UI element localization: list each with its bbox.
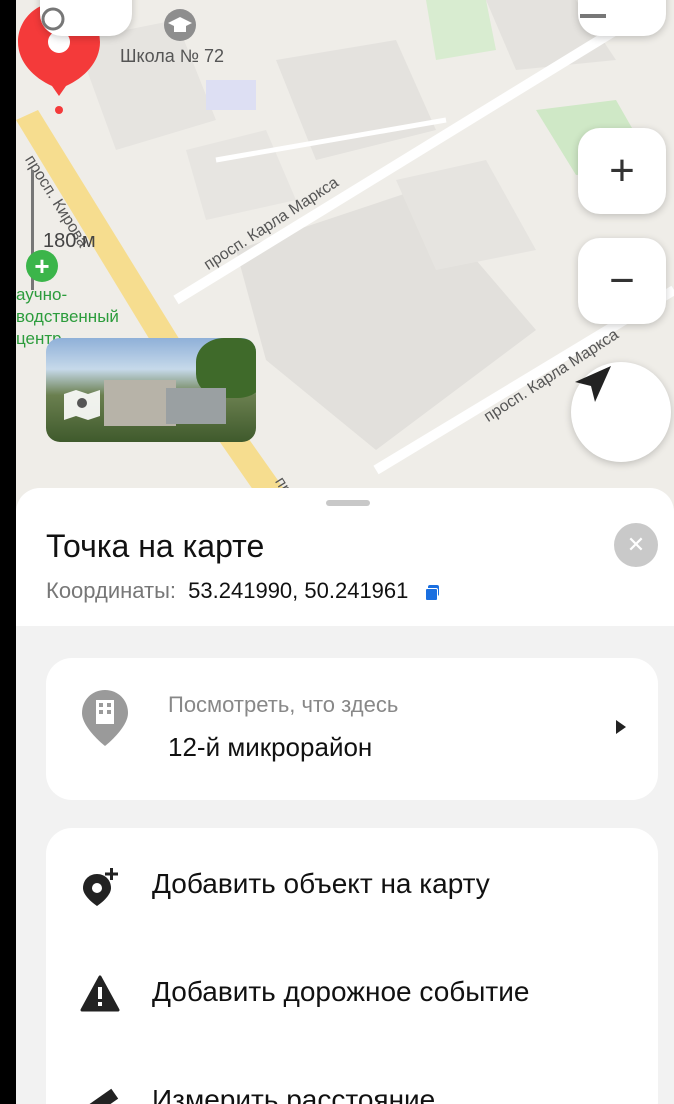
ruler-icon [83,1088,119,1104]
warning-icon [80,975,120,1012]
copy-icon[interactable] [424,585,439,602]
map-view[interactable]: Школа № 72 просп. Кирова просп. Карла Ма… [16,0,674,520]
whats-here-subtitle: Посмотреть, что здесь [168,692,399,717]
map-background [16,0,674,520]
menu-button[interactable] [578,0,666,36]
whats-here-card[interactable]: Посмотреть, что здесь 12-й микрорайон [46,658,658,800]
scale-label: 180 м [43,230,96,252]
my-location-button[interactable] [571,362,671,462]
navigation-arrow-icon [575,366,611,402]
measure-distance-action[interactable]: Измерить расстояние [46,1060,658,1104]
add-road-event-label: Добавить дорожное событие [152,976,530,1007]
close-button[interactable]: ✕ [614,523,658,567]
sheet-title: Точка на карте [46,528,265,564]
coordinates-row: Координаты: 53.241990, 50.241961 [46,578,439,604]
bottom-sheet: Точка на карте ✕ Координаты: 53.241990, … [16,488,674,1104]
panorama-preview[interactable] [46,338,256,442]
sheet-header: Точка на карте ✕ Координаты: 53.241990, … [16,488,674,626]
measure-distance-label: Измерить расстояние [152,1084,436,1104]
building-pin-icon [82,690,128,746]
school-icon[interactable] [163,8,197,42]
zoom-out-button[interactable]: − [578,238,666,324]
photo-building-2 [166,388,226,424]
zoom-in-button[interactable]: + [578,128,666,214]
add-object-action[interactable]: Добавить объект на карту [46,844,658,924]
school-label[interactable]: Школа № 72 [120,46,224,67]
actions-card: Добавить объект на карту Добавить дорожн… [46,828,658,1104]
drag-handle[interactable] [326,500,370,506]
coordinates-value[interactable]: 53.241990, 50.241961 [188,578,408,603]
chevron-right-icon [616,720,626,734]
whats-here-value: 12-й микрорайон [168,732,373,762]
add-place-icon [83,868,118,906]
add-road-event-action[interactable]: Добавить дорожное событие [46,952,658,1032]
menu-icon [580,14,606,18]
coordinates-label: Координаты: [46,578,177,603]
add-object-label: Добавить объект на карту [152,868,490,899]
medical-poi-icon[interactable]: + [26,250,58,282]
screen: Школа № 72 просп. Кирова просп. Карла Ма… [16,0,674,1104]
panorama-icon [64,390,100,420]
compass-icon [41,7,65,31]
layers-button[interactable] [40,0,132,36]
